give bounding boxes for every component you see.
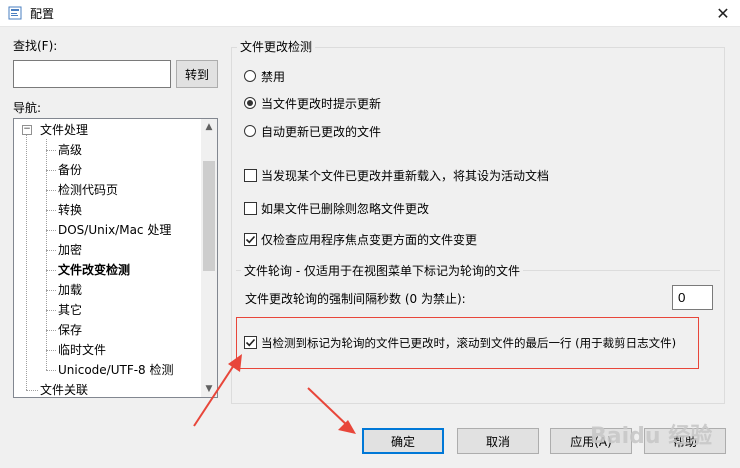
radio-prompt-update[interactable] xyxy=(244,97,256,109)
check-focus-only-label[interactable]: 仅检查应用程序焦点变更方面的文件变更 xyxy=(261,231,477,248)
tree-item-advanced[interactable]: 高级 xyxy=(58,142,82,158)
tree-item-unicode-detection[interactable]: Unicode/UTF-8 检测 xyxy=(58,362,174,378)
baidu-watermark: Baidu 经验 xyxy=(590,424,713,449)
radio-selected-dot xyxy=(247,100,253,106)
search-input[interactable] xyxy=(13,60,171,88)
tree-item-backup[interactable]: 备份 xyxy=(58,162,82,178)
tree-line xyxy=(46,139,47,370)
close-button[interactable]: ✕ xyxy=(706,0,740,26)
tree-item-other[interactable]: 其它 xyxy=(58,302,82,318)
tree-item-file-association[interactable]: 文件关联 xyxy=(40,382,88,397)
polling-legend: 文件轮询 - 仅适用于在视图菜单下标记为轮询的文件 xyxy=(241,262,523,279)
check-set-active-label[interactable]: 当发现某个文件已更改并重新载入，将其设为活动文档 xyxy=(261,167,549,184)
cancel-button[interactable]: 取消 xyxy=(457,428,539,454)
radio-prompt-update-label[interactable]: 当文件更改时提示更新 xyxy=(261,95,381,112)
window-title: 配置 xyxy=(30,7,55,21)
check-ignore-deleted-label[interactable]: 如果文件已删除则忽略文件更改 xyxy=(261,200,429,217)
tree-item-temp-files[interactable]: 临时文件 xyxy=(58,342,106,358)
tree-item-save[interactable]: 保存 xyxy=(58,322,82,338)
close-icon: ✕ xyxy=(716,3,730,23)
tree-item-conversion[interactable]: 转换 xyxy=(58,202,82,218)
file-change-legend: 文件更改检测 xyxy=(237,38,316,55)
title-bar: 配置 ✕ xyxy=(0,0,740,27)
radio-disable-label[interactable]: 禁用 xyxy=(261,68,285,85)
radio-auto-update[interactable] xyxy=(244,125,256,137)
radio-auto-update-label[interactable]: 自动更新已更改的文件 xyxy=(261,123,381,140)
check-focus-only[interactable] xyxy=(244,233,257,246)
tree-item-file-change-detection[interactable]: 文件改变检测 xyxy=(58,262,130,278)
tree-item-encryption[interactable]: 加密 xyxy=(58,242,82,258)
poll-interval-label: 文件更改轮询的强制间隔秒数 (0 为禁止): xyxy=(245,292,466,306)
check-set-active[interactable] xyxy=(244,169,257,182)
checkmark-icon xyxy=(245,235,256,244)
search-label: 查找(F): xyxy=(13,39,58,53)
tree-item-loading[interactable]: 加载 xyxy=(58,282,82,298)
tree-item-codepage[interactable]: 检测代码页 xyxy=(58,182,118,198)
scroll-up-icon[interactable]: ▲ xyxy=(201,119,217,135)
ok-button[interactable]: 确定 xyxy=(362,428,444,454)
annotation-arrows xyxy=(193,354,356,434)
tree-line xyxy=(26,128,27,390)
poll-interval-input[interactable] xyxy=(672,285,713,310)
scroll-thumb[interactable] xyxy=(203,161,215,271)
tree-item-file-handling[interactable]: 文件处理 xyxy=(40,122,88,138)
go-button[interactable]: 转到 xyxy=(176,60,218,88)
check-ignore-deleted[interactable] xyxy=(244,202,257,215)
collapse-icon[interactable]: − xyxy=(22,125,32,135)
tree-item-dos-unix-mac[interactable]: DOS/Unix/Mac 处理 xyxy=(58,222,171,238)
app-icon xyxy=(8,6,22,20)
radio-disable[interactable] xyxy=(244,70,256,82)
nav-label: 导航: xyxy=(13,101,42,115)
